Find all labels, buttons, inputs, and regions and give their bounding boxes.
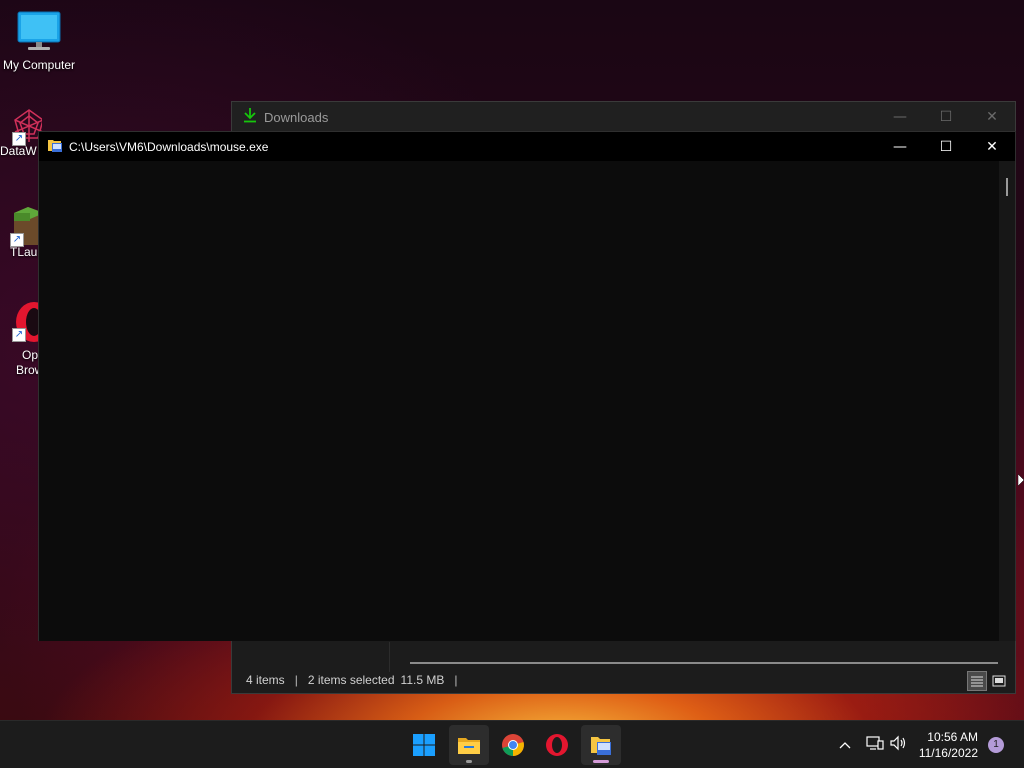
clock-time: 10:56 AM bbox=[927, 730, 978, 744]
taskbar-start-button[interactable] bbox=[404, 725, 444, 765]
network-icon[interactable] bbox=[866, 735, 884, 755]
explorer-horizontal-scrollbar[interactable] bbox=[410, 662, 998, 664]
taskbar-file-explorer-button[interactable] bbox=[449, 725, 489, 765]
windows-start-icon bbox=[413, 734, 435, 756]
taskbar-chrome-button[interactable] bbox=[493, 725, 533, 765]
active-indicator bbox=[593, 760, 609, 763]
maximize-icon: ☐ bbox=[939, 109, 953, 125]
large-icons-view-button[interactable] bbox=[989, 671, 1009, 691]
desktop-icon-label-line1: Op bbox=[22, 348, 39, 362]
shortcut-arrow-icon: ↗ bbox=[12, 328, 26, 342]
download-arrow-icon bbox=[242, 107, 258, 127]
status-separator: | bbox=[294, 673, 298, 687]
status-item-count: 4 items bbox=[246, 673, 285, 687]
running-indicator bbox=[466, 760, 472, 763]
console-close-button[interactable]: ✕ bbox=[969, 132, 1015, 161]
scrollbar-thumb[interactable] bbox=[1006, 178, 1008, 196]
console-vertical-scrollbar[interactable] bbox=[999, 161, 1015, 641]
desktop-icon-datawave[interactable]: ↗ DataW bbox=[0, 108, 42, 158]
maximize-icon: ☐ bbox=[939, 138, 953, 155]
console-title: C:\Users\VM6\Downloads\mouse.exe bbox=[69, 139, 269, 154]
details-view-icon bbox=[971, 676, 983, 687]
status-separator: | bbox=[454, 673, 458, 687]
show-hidden-icons-chevron-icon[interactable] bbox=[836, 738, 854, 753]
volume-icon[interactable] bbox=[890, 735, 908, 755]
close-icon: ✕ bbox=[986, 109, 998, 125]
desktop-icon-my-computer[interactable]: My Computer bbox=[1, 10, 77, 72]
console-minimize-button[interactable]: — bbox=[877, 132, 923, 161]
console-output-area[interactable] bbox=[39, 161, 1000, 641]
desktop-icon-label: TLaun bbox=[10, 245, 42, 259]
taskbar-clock[interactable]: 10:56 AM 11/16/2022 bbox=[919, 729, 978, 761]
clock-date: 11/16/2022 bbox=[918, 746, 978, 760]
desktop-icon-label: My Computer bbox=[2, 58, 76, 72]
notification-badge[interactable]: 1 bbox=[988, 737, 1004, 753]
explorer-maximize-button[interactable]: ☐ bbox=[923, 102, 969, 132]
explorer-title: Downloads bbox=[264, 109, 329, 125]
monitor-icon bbox=[15, 10, 63, 54]
console-app-icon bbox=[47, 137, 63, 157]
details-view-button[interactable] bbox=[967, 671, 987, 691]
desktop-icon-label-line2: Brow bbox=[16, 363, 42, 377]
explorer-minimize-button[interactable]: — bbox=[877, 102, 923, 132]
shortcut-arrow-icon: ↗ bbox=[12, 132, 26, 146]
chrome-icon bbox=[502, 734, 524, 756]
console-window[interactable]: C:\Users\VM6\Downloads\mouse.exe — ☐ ✕ bbox=[38, 131, 1016, 641]
console-app-icon bbox=[591, 737, 611, 755]
status-selected: 2 items selected bbox=[307, 673, 395, 687]
system-tray bbox=[836, 721, 908, 768]
minimize-icon: — bbox=[893, 109, 907, 125]
explorer-statusbar: 4 items | 2 items selected 11.5 MB | bbox=[232, 667, 1015, 693]
shortcut-arrow-icon: ↗ bbox=[10, 233, 24, 247]
console-maximize-button[interactable]: ☐ bbox=[923, 132, 969, 161]
console-titlebar[interactable]: C:\Users\VM6\Downloads\mouse.exe bbox=[39, 132, 1015, 161]
taskbar-mouse-exe-button[interactable] bbox=[581, 725, 621, 765]
large-icons-view-icon bbox=[992, 675, 1006, 687]
opera-icon bbox=[546, 734, 568, 756]
file-explorer-icon bbox=[458, 738, 480, 754]
desktop-icon-opera[interactable]: ↗ Op Brow bbox=[0, 300, 42, 378]
mouse-cursor-icon bbox=[1017, 473, 1024, 494]
close-icon: ✕ bbox=[986, 138, 998, 155]
taskbar: 10:56 AM 11/16/2022 1 bbox=[0, 720, 1024, 768]
status-size: 11.5 MB bbox=[400, 673, 445, 687]
taskbar-opera-button[interactable] bbox=[537, 725, 577, 765]
minimize-icon: — bbox=[893, 138, 907, 155]
explorer-close-button[interactable]: ✕ bbox=[969, 102, 1015, 132]
desktop-icon-tlauncher[interactable]: ↗ TLaun bbox=[0, 205, 42, 259]
